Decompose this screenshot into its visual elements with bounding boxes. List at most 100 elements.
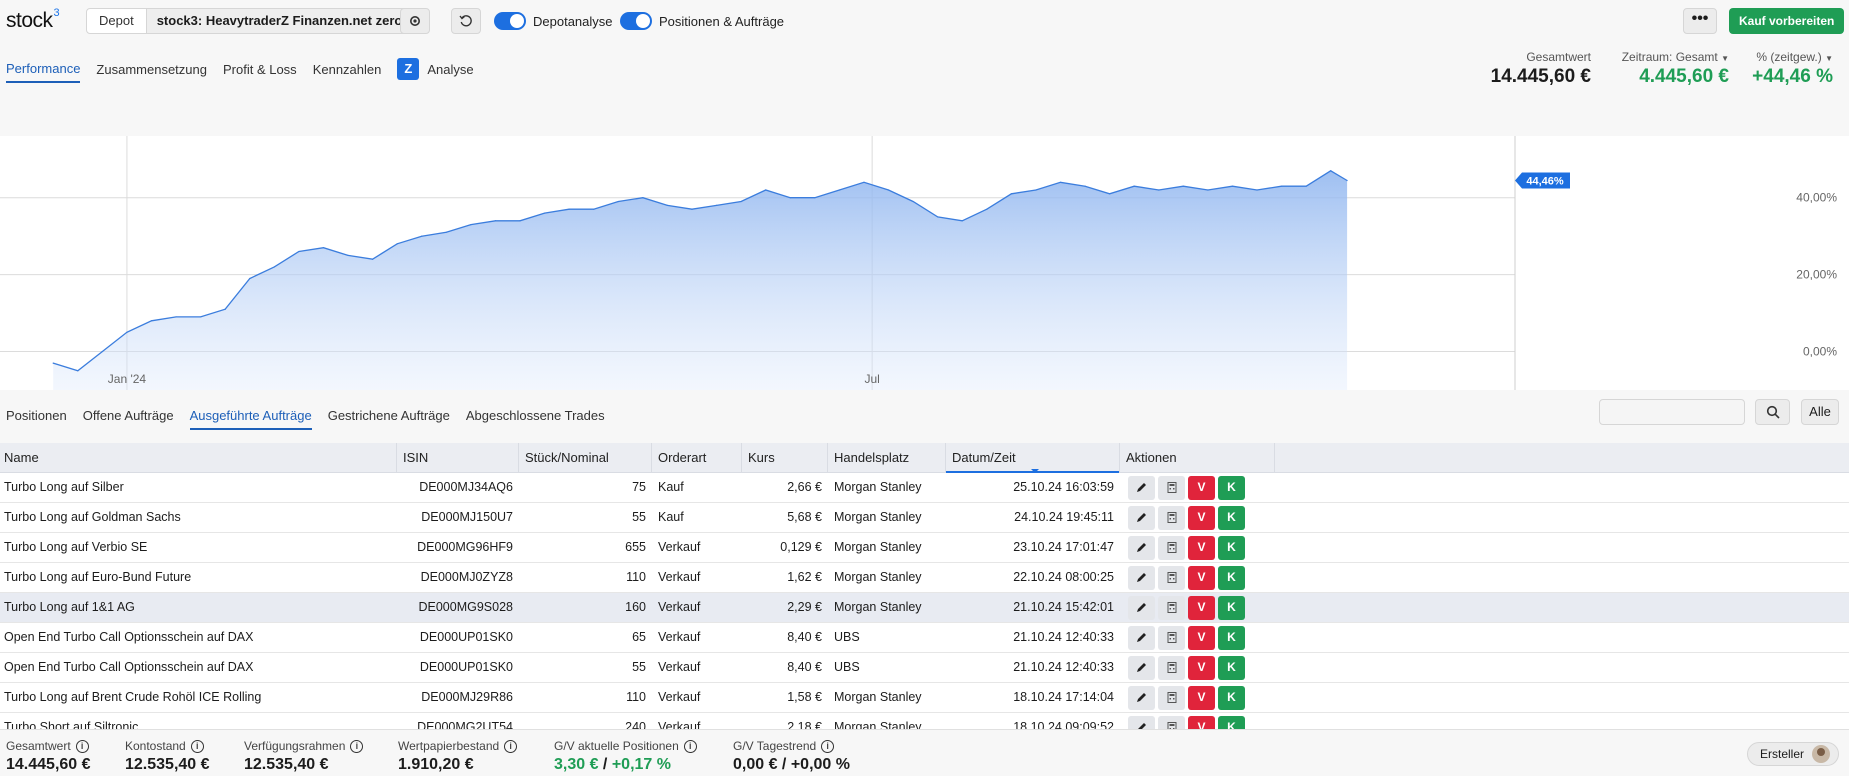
- data-point: [396, 243, 398, 245]
- edit-button[interactable]: [1128, 505, 1155, 530]
- edit-button[interactable]: [1128, 535, 1155, 560]
- tab-abgeschlossene-trades[interactable]: Abgeschlossene Trades: [466, 408, 605, 430]
- table-row[interactable]: Turbo Long auf 1&1 AG DE000MG9S028 160 Verk…: [0, 593, 1849, 623]
- sell-button[interactable]: V: [1188, 655, 1215, 680]
- calculator-button[interactable]: [1158, 715, 1185, 729]
- table-row[interactable]: Turbo Long auf Silber DE000MJ34AQ6 75 Kauf 2…: [0, 473, 1849, 503]
- col-handelsplatz[interactable]: Handelsplatz: [828, 443, 946, 472]
- calculator-icon: [1167, 632, 1176, 643]
- data-point: [887, 189, 890, 191]
- tab-gestrichene-auftraege[interactable]: Gestrichene Aufträge: [328, 408, 450, 430]
- tab-zusammensetzung[interactable]: Zusammensetzung: [96, 62, 207, 82]
- tab-positionen[interactable]: Positionen: [6, 408, 67, 430]
- search-input[interactable]: [1599, 399, 1745, 425]
- calculator-icon: [1167, 692, 1176, 703]
- table-row[interactable]: Turbo Short auf Siltronic DE000MG2UT54 240…: [0, 713, 1849, 729]
- buy-button[interactable]: K: [1218, 625, 1245, 650]
- stock3-logo[interactable]: stock3: [6, 7, 60, 33]
- calculator-button[interactable]: [1158, 475, 1185, 500]
- edit-button[interactable]: [1128, 655, 1155, 680]
- ersteller-button[interactable]: Ersteller: [1747, 742, 1840, 766]
- sell-button[interactable]: V: [1188, 565, 1215, 590]
- tab-analyse[interactable]: Z Analyse: [397, 58, 474, 85]
- buy-button[interactable]: K: [1218, 475, 1245, 500]
- buy-button[interactable]: K: [1218, 505, 1245, 530]
- edit-button[interactable]: [1128, 715, 1155, 729]
- col-kurs[interactable]: Kurs: [742, 443, 828, 472]
- footer-gesamtwert: Gesamtwert i 14.445,60 €: [6, 739, 91, 774]
- buy-button[interactable]: K: [1218, 655, 1245, 680]
- orders-table: Name ISIN Stück/Nominal Orderart Kurs Ha…: [0, 443, 1849, 729]
- pencil-icon: [1137, 513, 1146, 522]
- buy-button[interactable]: K: [1218, 685, 1245, 710]
- col-orderart[interactable]: Orderart: [652, 443, 742, 472]
- performance-chart-svg[interactable]: 0,00% 20,00% 40,00% Jan '24 Jul 44,46%: [0, 136, 1849, 390]
- col-datum[interactable]: Datum/Zeit: [946, 443, 1120, 473]
- info-icon[interactable]: i: [75, 739, 89, 753]
- calculator-button[interactable]: [1158, 535, 1185, 560]
- sell-button[interactable]: V: [1188, 595, 1215, 620]
- info-icon[interactable]: i: [821, 739, 835, 753]
- performance-chart[interactable]: 0,00% 20,00% 40,00% Jan '24 Jul 44,46%: [0, 136, 1849, 390]
- calculator-button[interactable]: [1158, 685, 1185, 710]
- edit-button[interactable]: [1128, 565, 1155, 590]
- stat-zeitraum-label[interactable]: Zeitraum: Gesamt ▼: [1622, 50, 1729, 64]
- table-row[interactable]: Turbo Long auf Verbio SE DE000MG96HF9 655 V…: [0, 533, 1849, 563]
- table-row[interactable]: Turbo Long auf Euro-Bund Future DE000MJ0Z…: [0, 563, 1849, 593]
- calculator-button[interactable]: [1158, 625, 1185, 650]
- alle-button[interactable]: Alle: [1801, 399, 1839, 425]
- info-icon[interactable]: i: [504, 739, 518, 753]
- sell-button[interactable]: V: [1188, 685, 1215, 710]
- settings-button[interactable]: [400, 8, 430, 34]
- toggle-switch[interactable]: [620, 12, 652, 30]
- calculator-button[interactable]: [1158, 565, 1185, 590]
- toggle-depotanalyse[interactable]: Depotanalyse: [494, 12, 613, 30]
- stat-zeitraum[interactable]: Zeitraum: Gesamt ▼ 4.445,60 €: [1622, 50, 1729, 88]
- tab-ausgefuehrte-auftraege[interactable]: Ausgeführte Aufträge: [189, 408, 312, 430]
- depot-selector[interactable]: Depot stock3: HeavytraderZ Finanzen.net …: [86, 8, 414, 34]
- edit-button[interactable]: [1128, 685, 1155, 710]
- data-point: [1133, 185, 1135, 187]
- col-isin[interactable]: ISIN: [397, 443, 519, 472]
- search-button[interactable]: [1755, 399, 1790, 425]
- table-row[interactable]: Open End Turbo Call Optionsschein auf DA…: [0, 653, 1849, 683]
- info-icon[interactable]: i: [350, 739, 364, 753]
- calculator-icon: [1167, 602, 1176, 613]
- sell-button[interactable]: V: [1188, 535, 1215, 560]
- cell-orderart: Verkauf: [658, 720, 701, 729]
- edit-button[interactable]: [1128, 625, 1155, 650]
- sell-button[interactable]: V: [1188, 505, 1215, 530]
- stat-percent[interactable]: % (zeitgew.) ▼ +44,46 %: [1752, 50, 1833, 88]
- refresh-button[interactable]: [451, 8, 481, 34]
- info-icon[interactable]: i: [683, 739, 697, 753]
- depot-value[interactable]: stock3: HeavytraderZ Finanzen.net zero: [146, 9, 413, 33]
- calculator-button[interactable]: [1158, 595, 1185, 620]
- buy-button[interactable]: K: [1218, 595, 1245, 620]
- tab-offene-auftraege[interactable]: Offene Aufträge: [83, 408, 174, 430]
- more-options-button[interactable]: •••: [1683, 8, 1717, 34]
- table-row[interactable]: Open End Turbo Call Optionsschein auf DA…: [0, 623, 1849, 653]
- sell-button[interactable]: V: [1188, 475, 1215, 500]
- col-name[interactable]: Name: [0, 443, 397, 472]
- col-stueck[interactable]: Stück/Nominal: [519, 443, 652, 472]
- toggle-switch[interactable]: [494, 12, 526, 30]
- buy-button[interactable]: K: [1218, 535, 1245, 560]
- sell-button[interactable]: V: [1188, 625, 1215, 650]
- stat-percent-label[interactable]: % (zeitgew.) ▼: [1752, 50, 1833, 64]
- toggle-positionen[interactable]: Positionen & Aufträge: [620, 12, 784, 30]
- buy-button[interactable]: K: [1218, 715, 1245, 729]
- tab-kennzahlen[interactable]: Kennzahlen: [313, 62, 382, 82]
- buy-prepare-button[interactable]: Kauf vorbereiten: [1729, 8, 1845, 34]
- table-row[interactable]: Turbo Long auf Brent Crude Rohöl ICE Rol…: [0, 683, 1849, 713]
- buy-button[interactable]: K: [1218, 565, 1245, 590]
- data-point: [494, 220, 497, 222]
- edit-button[interactable]: [1128, 595, 1155, 620]
- sell-button[interactable]: V: [1188, 715, 1215, 729]
- tab-performance[interactable]: Performance: [6, 61, 81, 83]
- calculator-button[interactable]: [1158, 655, 1185, 680]
- tab-profit-loss[interactable]: Profit & Loss: [223, 62, 297, 82]
- table-row[interactable]: Turbo Long auf Goldman Sachs DE000MJ150U7…: [0, 503, 1849, 533]
- info-icon[interactable]: i: [190, 739, 204, 753]
- edit-button[interactable]: [1128, 475, 1155, 500]
- calculator-button[interactable]: [1158, 505, 1185, 530]
